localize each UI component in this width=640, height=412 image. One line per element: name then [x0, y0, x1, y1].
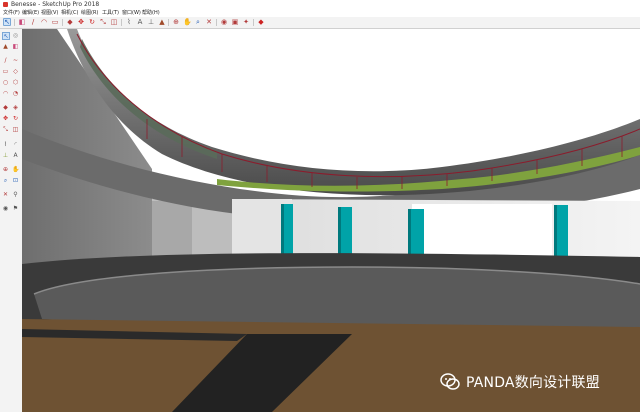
toolbar-separator — [216, 19, 217, 26]
scene-render — [22, 29, 640, 412]
followme-icon[interactable]: ◈ — [12, 104, 19, 111]
text-icon[interactable]: A — [12, 152, 19, 159]
section-icon[interactable]: ◉ — [220, 18, 228, 26]
toolbar-separator — [62, 19, 63, 26]
freehand-icon[interactable]: ~ — [12, 57, 19, 64]
warehouse-icon[interactable]: ▣ — [231, 18, 239, 26]
menu-help[interactable]: 帮助(H) — [142, 9, 160, 17]
menu-tools[interactable]: 工具(T) — [102, 9, 119, 17]
teal-column-edge — [408, 209, 411, 261]
polygon-icon[interactable]: ⬡ — [12, 79, 19, 86]
pie-icon[interactable]: ◔ — [12, 90, 19, 97]
eraser-icon[interactable]: ◧ — [18, 18, 26, 26]
component-icon[interactable]: ◎ — [12, 32, 19, 39]
sketchup-logo-icon — [3, 2, 8, 7]
rotate-icon[interactable]: ↻ — [12, 115, 19, 122]
ruby-icon[interactable]: ◆ — [257, 18, 265, 26]
rotate-icon[interactable]: ↻ — [88, 18, 96, 26]
pushpull-icon[interactable]: ◆ — [66, 18, 74, 26]
extension-icon[interactable]: ✦ — [242, 18, 250, 26]
orbit-icon[interactable]: ⊕ — [172, 18, 180, 26]
toolbar-separator — [253, 19, 254, 26]
wall-opening — [412, 204, 552, 261]
paint-icon[interactable]: ▲ — [158, 18, 166, 26]
protractor-icon[interactable]: ◜ — [12, 141, 19, 148]
arc-icon[interactable]: ◠ — [2, 90, 9, 97]
menu-draw[interactable]: 绘图(R) — [81, 9, 98, 17]
menu-bar: 文件(F) 编辑(E) 视图(V) 相机(C) 绘图(R) 工具(T) 窗口(W… — [0, 9, 640, 17]
axes-icon[interactable]: ⊥ — [2, 152, 9, 159]
menu-window[interactable]: 窗口(W) — [122, 9, 141, 17]
select-icon[interactable]: ↖ — [2, 32, 10, 40]
window-title: Benesse - SketchUp Pro 2018 — [11, 1, 100, 8]
scale-icon[interactable]: ⤡ — [99, 18, 107, 26]
eraser-icon[interactable]: ◧ — [12, 43, 19, 50]
rotated-rect-icon[interactable]: ◇ — [12, 68, 19, 75]
teal-column-edge — [554, 205, 557, 261]
menu-edit[interactable]: 编辑(E) — [22, 9, 39, 17]
tape-icon[interactable]: ⌇ — [125, 18, 133, 26]
menu-view[interactable]: 视图(V) — [41, 9, 58, 17]
select-icon[interactable]: ↖ — [3, 18, 11, 26]
toolbar-separator — [121, 19, 122, 26]
teal-column-edge — [281, 204, 284, 261]
watermark: PANDA数向设计联盟 — [440, 371, 600, 393]
title-bar: Benesse - SketchUp Pro 2018 — [0, 0, 640, 9]
axes-icon[interactable]: ⊥ — [147, 18, 155, 26]
menu-camera[interactable]: 相机(C) — [61, 9, 78, 17]
toolbar-separator — [168, 19, 169, 26]
pushpull-icon[interactable]: ◆ — [2, 104, 9, 111]
arc-icon[interactable]: ◠ — [40, 18, 48, 26]
pan-icon[interactable]: ✋ — [183, 18, 192, 26]
offset-icon[interactable]: ◫ — [110, 18, 118, 26]
line-icon[interactable]: / — [29, 18, 37, 26]
line-icon[interactable]: / — [2, 57, 9, 64]
orbit-icon[interactable]: ⊕ — [2, 166, 9, 173]
offset-icon[interactable]: ◫ — [12, 126, 19, 133]
shape-icon[interactable]: ▭ — [51, 18, 59, 26]
tape-icon[interactable]: ⌇ — [2, 141, 9, 148]
zoom-icon[interactable]: ⌕ — [2, 177, 9, 184]
teal-column-edge — [338, 207, 341, 261]
model-viewport[interactable] — [22, 29, 640, 412]
scale-icon[interactable]: ⤡ — [2, 126, 9, 133]
move-icon[interactable]: ✥ — [77, 18, 85, 26]
look-icon[interactable]: ◉ — [2, 205, 9, 212]
zoom-window-icon[interactable]: ⊡ — [12, 177, 19, 184]
section-icon[interactable]: ✕ — [2, 191, 9, 198]
circle-icon[interactable]: ○ — [2, 79, 9, 86]
zoom-extents-icon[interactable]: ✕ — [205, 18, 213, 26]
pan-icon[interactable]: ✋ — [12, 166, 19, 173]
walk-icon[interactable]: ⚲ — [12, 191, 19, 198]
position-camera-icon[interactable]: ⚑ — [12, 205, 19, 212]
rectangle-icon[interactable]: ▭ — [2, 68, 9, 75]
toolbar-separator — [14, 19, 15, 26]
large-tool-set: ↖ ◎ ▲ ◧ / ~ ▭ ◇ ○ ⬡ ◠ ◔ ◆ ◈ ✥ ↻ ⤡ ◫ ⌇ ◜ … — [0, 29, 23, 412]
paint-icon[interactable]: ▲ — [2, 43, 9, 50]
main-toolbar: ↖ ◧ / ◠ ▭ ◆ ✥ ↻ ⤡ ◫ ⌇ A ⊥ ▲ ⊕ ✋ ⌕ ✕ ◉ ▣ … — [0, 17, 640, 29]
watermark-text: PANDA数向设计联盟 — [466, 375, 600, 391]
zoom-icon[interactable]: ⌕ — [194, 18, 202, 26]
menu-file[interactable]: 文件(F) — [3, 9, 20, 17]
move-icon[interactable]: ✥ — [2, 115, 9, 122]
text-icon[interactable]: A — [136, 18, 144, 26]
wechat-icon — [440, 373, 460, 390]
